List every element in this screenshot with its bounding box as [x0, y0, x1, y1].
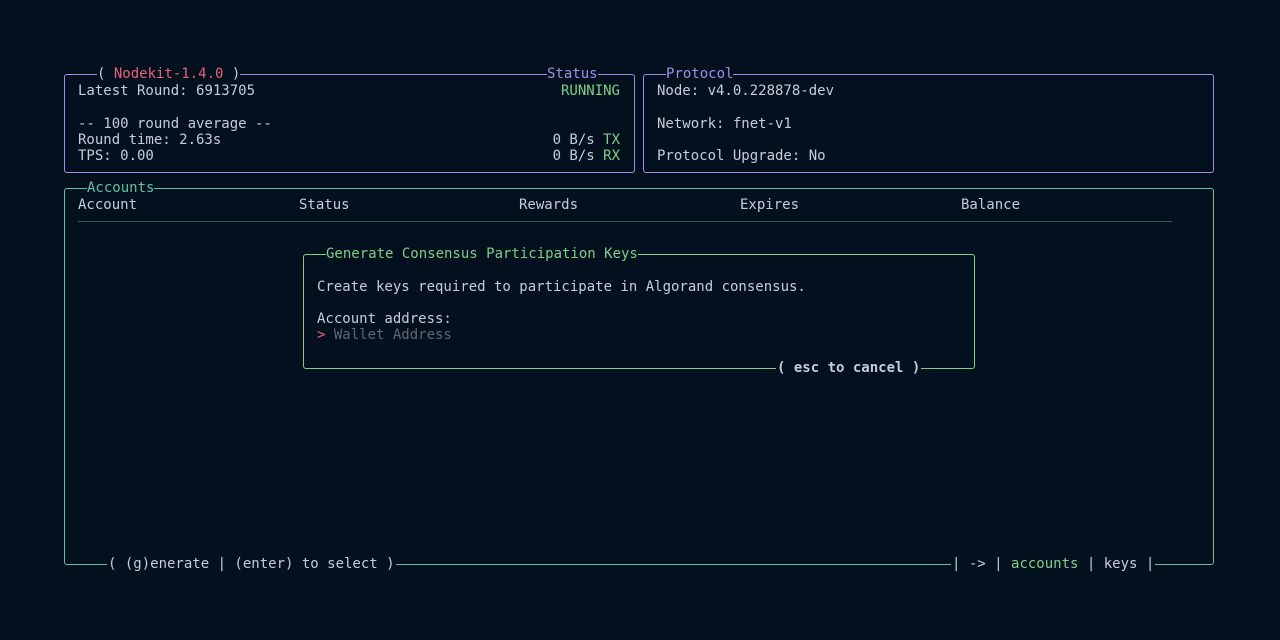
- node-state: RUNNING: [560, 83, 620, 99]
- average-heading: -- 100 round average --: [78, 116, 272, 132]
- table-header-divider: [78, 221, 1172, 222]
- network-name: Network: fnet-v1: [657, 116, 792, 132]
- tx-label: TX: [603, 132, 620, 148]
- view-switcher: | -> | accounts | keys |: [951, 556, 1156, 572]
- latest-round-value: 6913705: [196, 83, 256, 99]
- app-name: Nodekit-1.4.0: [113, 66, 224, 82]
- wallet-address-input[interactable]: > Wallet Address: [317, 327, 452, 343]
- nav-accounts[interactable]: accounts: [1011, 556, 1078, 572]
- accounts-panel-title: Accounts: [87, 180, 155, 196]
- status-panel-label: Status: [547, 66, 598, 82]
- protocol-panel-title: Protocol: [666, 66, 734, 82]
- esc-cancel-hint[interactable]: ( esc to cancel ): [776, 360, 922, 376]
- wallet-address-placeholder: Wallet Address: [333, 327, 452, 343]
- column-header-expires[interactable]: Expires: [740, 197, 799, 213]
- accounts-footer-hints: ( (g)enerate | (enter) to select ): [107, 556, 396, 572]
- rx-rate: 0 B/s RX: [552, 148, 620, 164]
- rx-label: RX: [603, 148, 620, 164]
- round-time: Round time: 2.63s: [78, 132, 222, 148]
- column-header-account[interactable]: Account: [78, 197, 137, 213]
- node-version: Node: v4.0.228878-dev: [657, 83, 835, 99]
- status-panel-title: ( Nodekit-1.4.0 ): [97, 66, 241, 82]
- protocol-upgrade: Protocol Upgrade: No: [657, 148, 826, 164]
- address-label: Account address:: [317, 311, 452, 327]
- nav-keys[interactable]: keys: [1104, 556, 1138, 572]
- latest-round: Latest Round: 6913705: [78, 83, 256, 99]
- dialog-description: Create keys required to participate in A…: [317, 279, 806, 295]
- prompt-icon: >: [317, 327, 334, 343]
- dialog-title: Generate Consensus Participation Keys: [326, 246, 638, 262]
- tps: TPS: 0.00: [78, 148, 154, 164]
- column-header-balance[interactable]: Balance: [961, 197, 1020, 213]
- accounts-panel: [64, 188, 1214, 565]
- column-header-rewards[interactable]: Rewards: [519, 197, 578, 213]
- column-header-status[interactable]: Status: [299, 197, 350, 213]
- tx-rate: 0 B/s TX: [552, 132, 620, 148]
